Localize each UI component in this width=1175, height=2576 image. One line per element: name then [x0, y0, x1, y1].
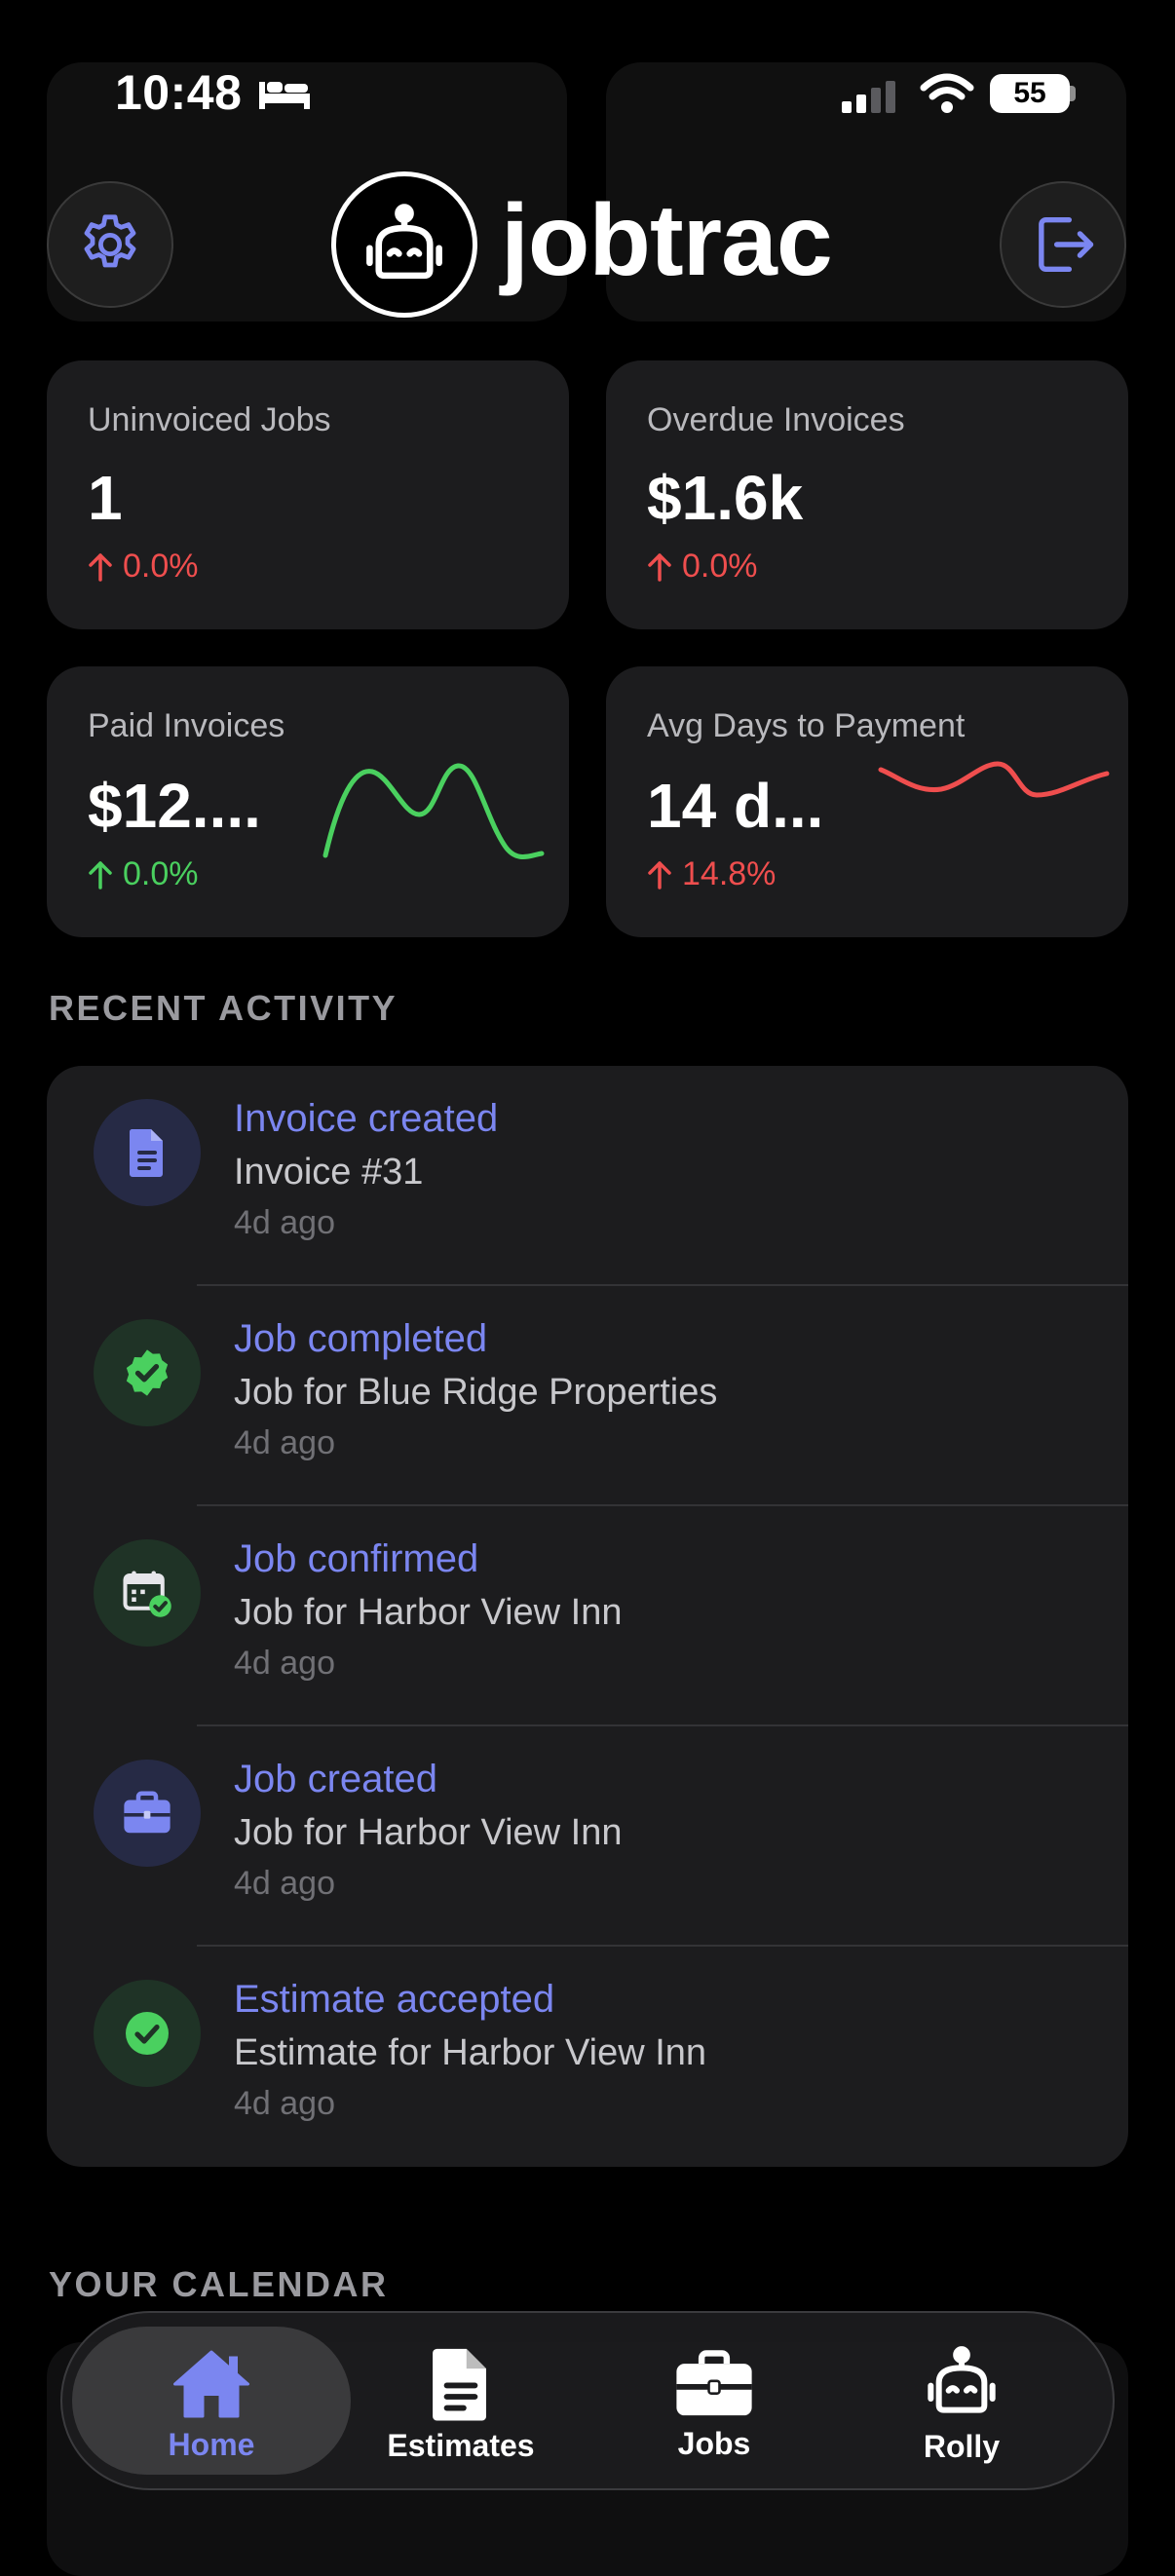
- activity-item[interactable]: Invoice created Invoice #31 4d ago: [47, 1066, 1128, 1286]
- battery-tip: [1070, 86, 1076, 101]
- metric-change-value: 0.0%: [123, 855, 199, 892]
- activity-title: Job confirmed: [234, 1537, 479, 1580]
- sparkline-avg-days: [878, 761, 1110, 798]
- calendar-title: YOUR CALENDAR: [49, 2264, 389, 2304]
- metric-change: 0.0%: [647, 548, 758, 586]
- metric-value: 1: [88, 463, 123, 533]
- tab-label: Estimates: [387, 2427, 535, 2463]
- activity-title: Invoice created: [234, 1097, 499, 1140]
- arrow-up-icon: [648, 860, 671, 890]
- metric-card-paid-invoices[interactable]: Paid Invoices $12.... 0.0%: [47, 666, 569, 937]
- settings-button[interactable]: [47, 181, 173, 308]
- activity-title: Estimate accepted: [234, 1978, 555, 2021]
- robot-icon: [366, 204, 442, 280]
- metric-label: Uninvoiced Jobs: [88, 401, 331, 438]
- metric-card-avg-days-to-payment[interactable]: Avg Days to Payment 14 d... 14.8%: [606, 666, 1128, 937]
- recent-activity-list: Invoice created Invoice #31 4d ago Job c…: [47, 1066, 1128, 2167]
- tab-label: Jobs: [677, 2425, 751, 2461]
- tab-estimates[interactable]: Estimates: [351, 2317, 571, 2492]
- app-logo: [331, 171, 477, 318]
- logout-icon: [1039, 216, 1094, 273]
- activity-title: Job created: [234, 1758, 438, 1800]
- metric-change: 0.0%: [88, 548, 199, 586]
- tab-home[interactable]: Home: [72, 2317, 351, 2492]
- recent-activity-title: RECENT ACTIVITY: [49, 988, 398, 1028]
- metric-card-overdue-invoices[interactable]: Overdue Invoices $1.6k 0.0%: [606, 360, 1128, 629]
- activity-subtitle: Estimate for Harbor View Inn: [234, 2032, 707, 2073]
- sleep-focus-icon: [257, 76, 312, 116]
- activity-subtitle: Job for Harbor View Inn: [234, 1592, 623, 1633]
- document-icon: [433, 2348, 486, 2421]
- document-icon: [94, 1099, 201, 1206]
- arrow-up-icon: [89, 860, 112, 890]
- tab-label: Home: [168, 2426, 255, 2462]
- arrow-up-icon: [89, 552, 112, 582]
- metric-value: $12....: [88, 771, 261, 841]
- activity-subtitle: Job for Blue Ridge Properties: [234, 1372, 718, 1413]
- activity-item[interactable]: Job created Job for Harbor View Inn 4d a…: [47, 1726, 1128, 1947]
- metric-change-value: 14.8%: [682, 855, 777, 892]
- activity-title: Job completed: [234, 1317, 488, 1360]
- metric-change: 0.0%: [88, 855, 199, 893]
- activity-item[interactable]: Job confirmed Job for Harbor View Inn 4d…: [47, 1506, 1128, 1726]
- metric-label: Avg Days to Payment: [647, 707, 966, 744]
- metric-value: $1.6k: [647, 463, 804, 533]
- battery-level: 55: [990, 74, 1070, 113]
- calendar-check-icon: [94, 1539, 201, 1647]
- status-time: 10:48: [115, 65, 243, 120]
- gear-icon: [84, 214, 136, 268]
- activity-item[interactable]: Job completed Job for Blue Ridge Propert…: [47, 1286, 1128, 1506]
- briefcase-icon: [676, 2349, 752, 2415]
- cellular-signal-icon: [840, 80, 898, 118]
- briefcase-icon: [94, 1760, 201, 1867]
- metric-change-value: 0.0%: [682, 548, 758, 585]
- activity-time: 4d ago: [234, 1865, 335, 1902]
- tab-rolly[interactable]: Rolly: [852, 2317, 1072, 2492]
- verified-badge-icon: [94, 1319, 201, 1426]
- wifi-icon: [920, 72, 974, 120]
- home-icon: [173, 2350, 249, 2417]
- metric-card-uninvoiced-jobs[interactable]: Uninvoiced Jobs 1 0.0%: [47, 360, 569, 629]
- metric-value: 14 d...: [647, 771, 824, 841]
- activity-time: 4d ago: [234, 1645, 335, 1682]
- activity-item[interactable]: Estimate accepted Estimate for Harbor Vi…: [47, 1947, 1128, 2167]
- activity-time: 4d ago: [234, 1424, 335, 1461]
- activity-subtitle: Invoice #31: [234, 1152, 424, 1193]
- metric-label: Paid Invoices: [88, 707, 285, 744]
- metric-label: Overdue Invoices: [647, 401, 905, 438]
- logout-button[interactable]: [1000, 181, 1126, 308]
- tab-jobs[interactable]: Jobs: [604, 2317, 824, 2492]
- app-name: jobtrac: [501, 184, 833, 297]
- arrow-up-icon: [648, 552, 671, 582]
- activity-time: 4d ago: [234, 1204, 335, 1241]
- check-circle-icon: [94, 1980, 201, 2087]
- robot-icon: [928, 2345, 996, 2413]
- tab-label: Rolly: [923, 2428, 1001, 2464]
- metric-change-value: 0.0%: [123, 548, 199, 585]
- sparkline-paid-invoices: [322, 763, 545, 859]
- metric-change: 14.8%: [647, 855, 776, 893]
- activity-subtitle: Job for Harbor View Inn: [234, 1812, 623, 1853]
- activity-time: 4d ago: [234, 2085, 335, 2122]
